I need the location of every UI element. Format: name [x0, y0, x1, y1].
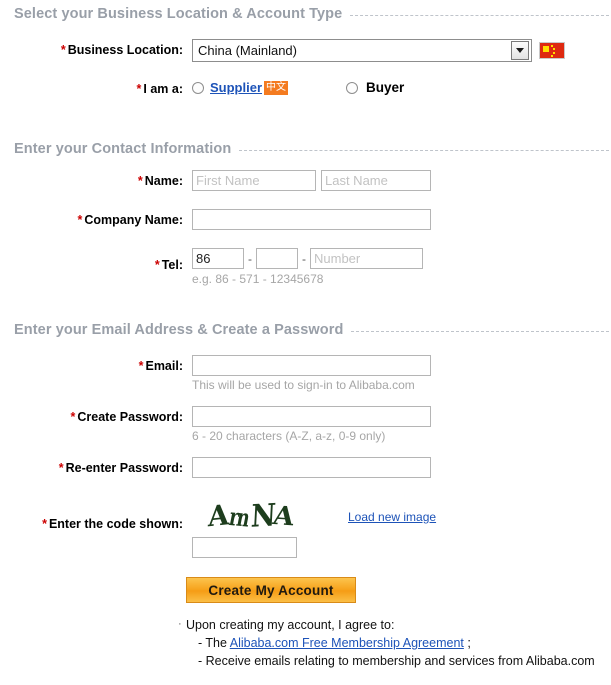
required-asterisk: * — [42, 517, 47, 531]
submit-area: Create My Account — [186, 577, 356, 603]
create-password-control: 6 - 20 characters (A-Z, a-z, 0-9 only) — [192, 406, 431, 443]
buyer-label: Buyer — [366, 80, 405, 95]
captcha-control: ArnNA Load new image — [192, 500, 436, 558]
business-location-selected-value: China (Mainland) — [198, 43, 297, 58]
supplier-link[interactable]: Supplier — [210, 80, 262, 95]
required-asterisk: * — [154, 258, 160, 272]
terms-agreement-line: - The Alibaba.com Free Membership Agreem… — [186, 634, 606, 652]
label-name: * Name: — [0, 170, 183, 188]
last-name-input[interactable] — [321, 170, 431, 191]
required-asterisk: * — [60, 43, 66, 57]
label-company-name: * Company Name: — [0, 209, 183, 227]
row-reenter-password: * Re-enter Password: — [0, 457, 611, 478]
section-divider — [351, 330, 609, 332]
bullet-icon: · — [178, 618, 182, 630]
reenter-password-control — [192, 457, 431, 478]
label-captcha-text: Enter the code shown: — [48, 517, 183, 531]
required-asterisk: * — [137, 174, 143, 188]
label-tel: * Tel: — [0, 248, 183, 272]
terms-emails-line: - Receive emails relating to membership … — [198, 654, 595, 668]
company-name-control — [192, 209, 431, 230]
business-location-control: China (Mainland) — [192, 39, 565, 62]
label-name-text: Name: — [144, 174, 183, 188]
label-create-password-text: Create Password: — [77, 410, 183, 424]
row-business-location: * Business Location: China (Mainland) — [0, 39, 611, 62]
email-hint: This will be used to sign-in to Alibaba.… — [192, 378, 415, 392]
reenter-password-input[interactable] — [192, 457, 431, 478]
row-create-password: * Create Password: 6 - 20 characters (A-Z… — [0, 406, 611, 443]
row-i-am-a: * I am a: Supplier 中文 Buyer — [0, 80, 611, 96]
company-name-input[interactable] — [192, 209, 431, 230]
radio-option-supplier[interactable]: Supplier 中文 — [192, 80, 289, 95]
label-company-name-text: Company Name: — [84, 213, 183, 227]
row-name: * Name: — [0, 170, 611, 191]
row-tel: *Tel: - - e.g. 86 - 571 - 12345678 — [0, 248, 611, 286]
captcha-image: ArnNA — [192, 500, 308, 534]
tel-separator-2: - — [302, 251, 306, 266]
name-inputs — [192, 170, 431, 191]
tel-inputs: - - — [192, 248, 423, 269]
tel-hint: e.g. 86 - 571 - 12345678 — [192, 272, 324, 286]
load-new-image-link[interactable]: Load new image — [348, 510, 436, 524]
required-asterisk: * — [58, 461, 64, 475]
row-captcha: * Enter the code shown: ArnNA Load new im… — [0, 500, 611, 558]
tel-separator-1: - — [248, 251, 252, 266]
label-business-location: * Business Location: — [0, 39, 183, 57]
section-title-contact-information: Enter your Contact Information — [14, 141, 232, 157]
radio-buyer[interactable] — [346, 81, 359, 94]
label-reenter-password: * Re-enter Password: — [0, 457, 183, 475]
create-my-account-button[interactable]: Create My Account — [186, 577, 356, 603]
chinese-language-badge[interactable]: 中文 — [264, 80, 289, 95]
label-business-location-text: Business Location: — [67, 43, 183, 57]
captcha-input[interactable] — [192, 537, 297, 558]
terms-intro-text: Upon creating my account, I agree to: — [186, 618, 395, 632]
membership-agreement-link[interactable]: Alibaba.com Free Membership Agreement — [230, 636, 464, 650]
label-i-am-a: * I am a: — [0, 80, 183, 96]
tel-control: - - e.g. 86 - 571 - 12345678 — [192, 248, 423, 286]
first-name-input[interactable] — [192, 170, 316, 191]
row-company-name: * Company Name: — [0, 209, 611, 230]
row-email: * Email: This will be used to sign-in to … — [0, 355, 611, 392]
section-divider — [350, 14, 609, 16]
terms-agreement-prefix: - The — [198, 636, 230, 650]
section-title-business-location: Select your Business Location & Account … — [14, 6, 343, 22]
section-header-business-location: Select your Business Location & Account … — [14, 6, 609, 22]
tel-area-code-input[interactable] — [256, 248, 298, 269]
registration-form: Select your Business Location & Account … — [0, 0, 611, 685]
radio-supplier[interactable] — [192, 81, 204, 94]
captcha-code-text: ArnNA — [207, 500, 295, 534]
label-create-password: * Create Password: — [0, 406, 183, 424]
section-divider — [239, 149, 609, 151]
section-title-email-password: Enter your Email Address & Create a Pass… — [14, 322, 344, 338]
label-i-am-a-text: I am a: — [143, 82, 183, 96]
label-email: * Email: — [0, 355, 183, 373]
captcha-image-row: ArnNA Load new image — [192, 500, 436, 534]
section-header-contact-information: Enter your Contact Information — [14, 141, 609, 157]
terms-block: · Upon creating my account, I agree to: … — [178, 616, 606, 670]
email-control: This will be used to sign-in to Alibaba.… — [192, 355, 431, 392]
label-captcha: * Enter the code shown: — [0, 500, 183, 531]
terms-intro-line: · Upon creating my account, I agree to: — [178, 616, 606, 634]
section-header-email-password: Enter your Email Address & Create a Pass… — [14, 322, 609, 338]
chevron-down-icon[interactable] — [511, 41, 529, 60]
label-reenter-password-text: Re-enter Password: — [65, 461, 183, 475]
label-email-text: Email: — [145, 359, 183, 373]
radio-option-buyer[interactable]: Buyer — [346, 80, 404, 95]
tel-number-input[interactable] — [310, 248, 423, 269]
label-tel-text: Tel: — [161, 258, 183, 272]
create-password-input[interactable] — [192, 406, 431, 427]
china-flag-icon — [539, 42, 565, 59]
create-password-hint: 6 - 20 characters (A-Z, a-z, 0-9 only) — [192, 429, 386, 443]
email-input[interactable] — [192, 355, 431, 376]
business-location-select[interactable]: China (Mainland) — [192, 39, 532, 62]
terms-agreement-suffix: ; — [463, 636, 471, 650]
tel-country-code-input[interactable] — [192, 248, 244, 269]
